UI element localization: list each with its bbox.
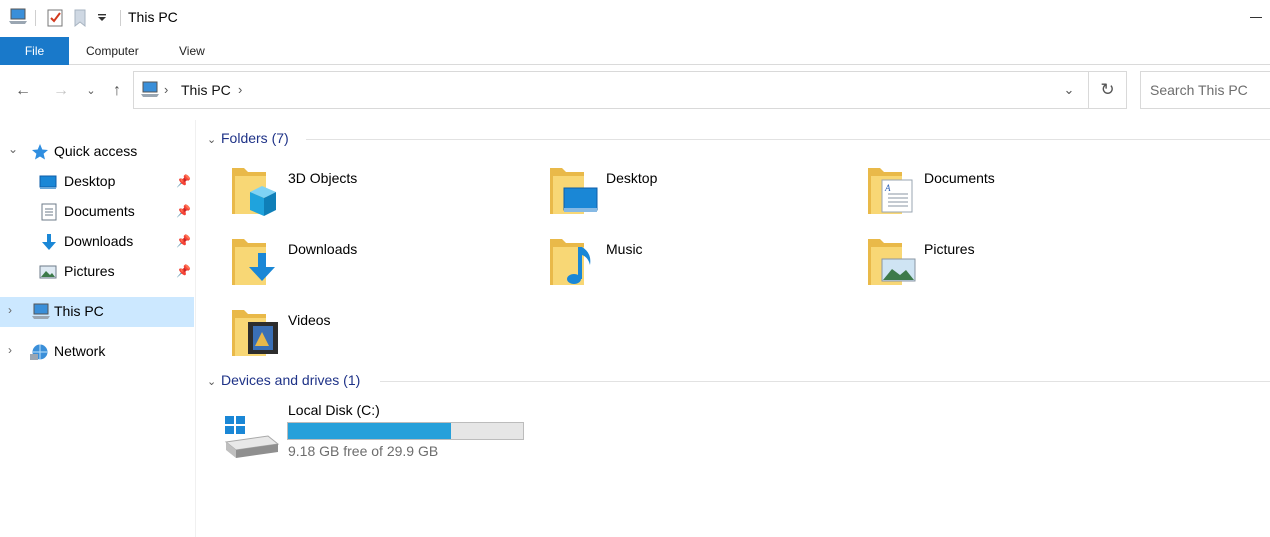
sidebar-item-network[interactable]: › Network [0, 337, 194, 367]
folder-label: 3D Objects [288, 170, 358, 186]
chevron-down-icon[interactable]: ⌄ [207, 375, 221, 388]
refresh-icon: ↻ [1100, 80, 1115, 99]
sidebar-item-this-pc[interactable]: › This PC [0, 297, 194, 327]
address-dropdown-button[interactable]: ⌄ [1050, 72, 1088, 108]
back-button[interactable]: ← [12, 80, 34, 102]
sidebar-item-desktop[interactable]: Desktop 📌 [0, 167, 194, 197]
up-button[interactable]: ↑ [106, 80, 128, 102]
sidebar-item-downloads[interactable]: Downloads 📌 [0, 227, 194, 257]
folder-label: Documents [924, 170, 995, 186]
folder-pictures[interactable]: Pictures [868, 235, 1168, 299]
breadcrumb-chevron-icon[interactable]: › [164, 82, 168, 97]
drive-usage-bar [287, 422, 524, 440]
address-bar[interactable]: › This PC › ⌄ [133, 71, 1089, 109]
folder-3d-objects[interactable]: 3D Objects [232, 164, 532, 228]
drive-usage-fill [288, 423, 451, 439]
group-header-label: Devices and drives (1) [221, 372, 361, 388]
properties-icon[interactable] [46, 8, 64, 28]
up-arrow-icon: ↑ [113, 82, 121, 99]
music-folder-icon [550, 239, 591, 285]
customize-toolbar-icon[interactable] [97, 13, 107, 23]
folder-label: Music [606, 241, 643, 257]
pin-icon[interactable]: 📌 [176, 174, 191, 188]
this-pc-icon [141, 81, 159, 97]
pin-icon[interactable]: 📌 [176, 204, 191, 218]
pictures-folder-icon [868, 239, 916, 285]
chevron-right-icon[interactable]: › [8, 343, 12, 357]
sidebar-item-label: Network [54, 343, 106, 359]
group-header-devices[interactable]: ⌄ Devices and drives (1) [207, 372, 360, 388]
window-title: This PC [128, 9, 178, 25]
star-icon [32, 144, 48, 160]
folder-videos[interactable]: Videos [232, 306, 532, 370]
sidebar-item-quick-access[interactable]: ⌄ Quick access [0, 137, 194, 167]
new-folder-icon[interactable] [73, 8, 87, 28]
sidebar-item-label: Documents [64, 203, 135, 219]
forward-button[interactable]: → [50, 80, 72, 102]
tab-file[interactable]: File [0, 37, 69, 65]
chevron-down-icon: ⌄ [86, 85, 96, 97]
toolbar-separator [120, 10, 121, 26]
minimize-button[interactable] [1250, 17, 1262, 18]
downloads-icon [42, 234, 56, 250]
navigation-pane: ⌄ Quick access Desktop 📌 Documents 📌 Dow… [0, 120, 196, 537]
svg-text:A: A [884, 183, 891, 193]
sidebar-item-pictures[interactable]: Pictures 📌 [0, 257, 194, 287]
hard-drive-icon [224, 416, 280, 458]
title-bar: This PC [0, 0, 1270, 37]
folder-desktop[interactable]: Desktop [550, 164, 850, 228]
chevron-down-icon[interactable]: ⌄ [8, 142, 18, 156]
drive-free-space: 9.18 GB free of 29.9 GB [288, 443, 439, 459]
pin-icon[interactable]: 📌 [176, 234, 191, 248]
group-divider [380, 381, 1270, 382]
drive-label: Local Disk (C:) [288, 402, 380, 418]
pictures-icon [39, 265, 57, 279]
this-pc-icon [32, 303, 50, 319]
ribbon-tabs: File Computer View [0, 37, 1270, 65]
folder-label: Downloads [288, 241, 358, 257]
breadcrumb-chevron-icon[interactable]: › [238, 82, 242, 97]
search-input[interactable]: Search This PC [1140, 71, 1270, 109]
chevron-down-icon: ⌄ [1063, 82, 1075, 97]
documents-folder-icon: A [868, 168, 913, 214]
chevron-right-icon[interactable]: › [8, 303, 12, 317]
back-arrow-icon: ← [15, 82, 31, 99]
folder-downloads[interactable]: Downloads [232, 235, 532, 299]
group-divider [306, 139, 1270, 140]
pin-icon[interactable]: 📌 [176, 264, 191, 278]
sidebar-item-label: This PC [54, 303, 104, 319]
recent-locations-button[interactable]: ⌄ [84, 80, 98, 102]
videos-folder-icon [232, 310, 278, 356]
sidebar-item-label: Downloads [64, 233, 134, 249]
folder-music[interactable]: Music [550, 235, 850, 299]
toolbar-separator [35, 10, 36, 26]
folder-label: Videos [288, 312, 331, 328]
group-header-folders[interactable]: ⌄ Folders (7) [207, 130, 289, 146]
group-header-label: Folders (7) [221, 130, 289, 146]
sidebar-item-documents[interactable]: Documents 📌 [0, 197, 194, 227]
folder-documents[interactable]: A Documents [868, 164, 1168, 228]
network-icon [30, 344, 48, 360]
refresh-button[interactable]: ↻ [1089, 71, 1127, 109]
documents-icon [41, 203, 57, 221]
3d-objects-folder-icon [232, 168, 276, 216]
folder-label: Desktop [606, 170, 658, 186]
sidebar-item-label: Desktop [64, 173, 116, 189]
folder-label: Pictures [924, 241, 975, 257]
sidebar-item-label: Pictures [64, 263, 115, 279]
tab-computer[interactable]: Computer [86, 37, 139, 65]
this-pc-icon [9, 8, 27, 24]
downloads-folder-icon [232, 239, 275, 285]
desktop-folder-icon [550, 168, 598, 214]
sidebar-item-label: Quick access [54, 143, 138, 159]
forward-arrow-icon: → [53, 82, 69, 99]
chevron-down-icon[interactable]: ⌄ [207, 133, 221, 146]
desktop-icon [39, 175, 57, 189]
tab-view[interactable]: View [179, 37, 205, 65]
breadcrumb-this-pc[interactable]: This PC [181, 82, 231, 98]
